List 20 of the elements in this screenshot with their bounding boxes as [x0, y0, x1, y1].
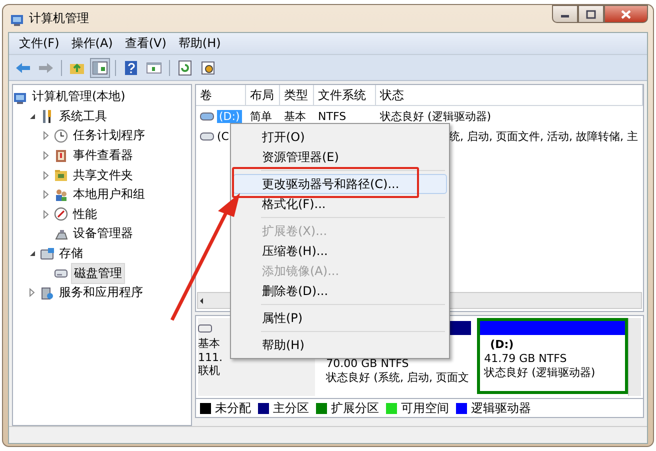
- disk-info-text: 联机: [198, 364, 220, 378]
- table-cell: (C: [217, 130, 229, 142]
- table-cell: NTFS: [318, 110, 346, 122]
- partition-size: 41.79 GB NTFS: [484, 352, 567, 366]
- disk-info-text: 基本: [198, 337, 220, 350]
- legend-label: 未分配: [215, 400, 251, 416]
- legend-label: 逻辑驱动器: [471, 400, 531, 416]
- legend-label: 扩展分区: [331, 400, 379, 416]
- table-cell: 简单: [250, 108, 272, 124]
- partition-size: 70.00 GB NTFS: [326, 357, 409, 371]
- disk-info-text: 111.: [198, 350, 222, 364]
- legend-label: 主分区: [273, 400, 309, 416]
- partition-status: 状态良好 (逻辑驱动器): [484, 366, 596, 380]
- table-cell: 基本: [284, 108, 306, 124]
- partition-status: 状态良好 (系统, 启动, 页面文: [326, 371, 469, 385]
- legend-label: 可用空间: [401, 400, 449, 416]
- table-cell: 状态良好 (逻辑驱动器): [380, 108, 492, 124]
- table-cell: (D:): [217, 110, 242, 122]
- window-title: 计算机管理: [29, 10, 89, 27]
- partition-name: (D:): [489, 338, 514, 352]
